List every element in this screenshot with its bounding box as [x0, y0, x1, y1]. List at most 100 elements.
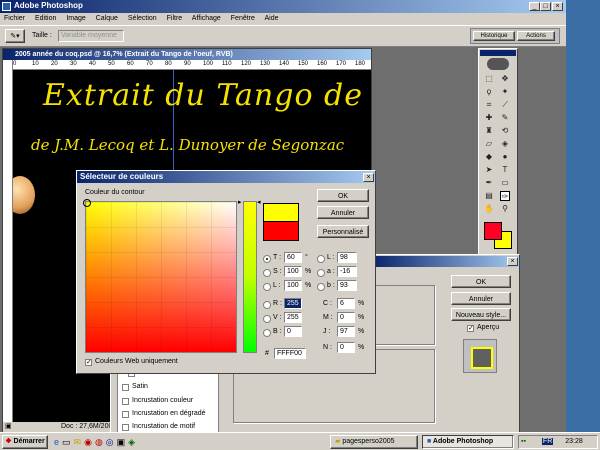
hand-tool-icon[interactable]: ✋ — [484, 204, 494, 214]
shape-tool-icon[interactable]: ▭ — [500, 178, 510, 188]
style-satin[interactable]: Satin — [132, 382, 148, 392]
brush-tool-icon[interactable]: ✎ — [500, 113, 510, 123]
hue-slider-left-arrow[interactable]: ▸ — [238, 198, 242, 206]
style-color-overlay[interactable]: Incrustation couleur — [132, 396, 193, 406]
pen-tool-icon[interactable]: ✒ — [484, 178, 494, 188]
outlook-icon[interactable]: ✉ — [74, 437, 85, 447]
size-select[interactable]: Variable moyenne — [58, 30, 124, 42]
zoom-tool-icon[interactable]: ⚲ — [500, 204, 510, 214]
app-icon-3[interactable]: ◎ — [106, 437, 117, 447]
magic-wand-tool-icon[interactable]: ✦ — [500, 87, 510, 97]
foreground-color-swatch[interactable] — [484, 222, 502, 240]
style-pattern-overlay-checkbox[interactable] — [122, 424, 129, 431]
stamp-tool-icon[interactable]: ♜ — [484, 126, 494, 136]
minimize-button[interactable]: _ — [529, 2, 540, 11]
menu-affichage[interactable]: Affichage — [192, 15, 221, 22]
taskbar-item-photoshop[interactable]: ■ Adobe Photoshop — [422, 435, 514, 449]
radio-lab-b[interactable] — [317, 283, 325, 291]
eyedropper-tool-icon[interactable]: ✑ — [500, 191, 510, 201]
tab-history[interactable]: Historique — [473, 31, 515, 41]
hex-input[interactable]: FFFF00 — [274, 348, 306, 359]
layer-style-close-button[interactable]: × — [507, 257, 518, 266]
lab-a-input[interactable]: -16 — [337, 266, 357, 277]
lang-indicator[interactable]: FR — [541, 438, 554, 445]
hue-input[interactable]: 60 — [284, 252, 302, 263]
maximize-button[interactable]: □ — [540, 2, 551, 11]
clock[interactable]: 23:28 — [565, 438, 583, 445]
menu-calque[interactable]: Calque — [96, 15, 118, 22]
radio-hue[interactable] — [263, 255, 271, 263]
taskbar-item-folder[interactable]: ▰ pagesperso2005 — [330, 435, 418, 449]
notes-tool-icon[interactable]: ▤ — [484, 191, 494, 201]
start-button[interactable]: ❖ Démarrer — [2, 435, 48, 449]
color-picker-close-button[interactable]: × — [363, 173, 374, 182]
type-tool-icon[interactable]: T — [500, 165, 510, 175]
custom-colors-button[interactable]: Personnalisé — [317, 225, 369, 238]
bucket-tool-icon[interactable]: ◈ — [500, 139, 510, 149]
style-gradient-overlay-checkbox[interactable] — [122, 411, 129, 418]
app-icon-1[interactable]: ◉ — [84, 437, 95, 447]
menu-edition[interactable]: Edition — [35, 15, 56, 22]
style-pattern-overlay[interactable]: Incrustation de motif — [132, 422, 195, 432]
menu-filtre[interactable]: Filtre — [167, 15, 183, 22]
menu-fichier[interactable]: Fichier — [4, 15, 25, 22]
radio-brightness[interactable] — [263, 283, 271, 291]
healing-brush-icon[interactable]: ✚ — [484, 113, 494, 123]
style-cancel-button[interactable]: Annuler — [451, 292, 511, 305]
ie-icon[interactable]: e — [54, 437, 62, 447]
menu-fenetre[interactable]: Fenêtre — [231, 15, 255, 22]
radio-lab-a[interactable] — [317, 269, 325, 277]
cyan-input[interactable]: 6 — [337, 298, 355, 309]
style-gradient-overlay[interactable]: Incrustation en dégradé — [132, 409, 206, 419]
style-ok-button[interactable]: OK — [451, 275, 511, 288]
hue-slider-right-arrow[interactable]: ◂ — [257, 198, 261, 206]
saturation-input[interactable]: 100 — [284, 266, 302, 277]
adobe-logo[interactable] — [487, 58, 509, 70]
radio-green[interactable] — [263, 315, 271, 323]
eraser-tool-icon[interactable]: ▱ — [484, 139, 494, 149]
app-icon-5[interactable]: ◈ — [128, 437, 138, 447]
hue-slider[interactable] — [243, 201, 257, 353]
blur-tool-icon[interactable]: ◆ — [484, 152, 494, 162]
dodge-tool-icon[interactable]: ● — [500, 152, 510, 162]
radio-red[interactable] — [263, 301, 271, 309]
move-tool-icon[interactable]: ✥ — [500, 74, 510, 84]
lab-l-input[interactable]: 98 — [337, 252, 357, 263]
tab-actions[interactable]: Actions — [517, 31, 555, 41]
slice-tool-icon[interactable]: ⟋ — [500, 100, 510, 110]
crop-tool-icon[interactable]: ⌗ — [484, 100, 494, 110]
desktop-icon[interactable]: ▭ — [62, 437, 74, 447]
menu-selection[interactable]: Sélection — [128, 15, 157, 22]
color-ok-button[interactable]: OK — [317, 189, 369, 202]
tray-icons[interactable]: ▪▪ — [519, 438, 526, 445]
green-input[interactable]: 255 — [284, 312, 302, 323]
brightness-input[interactable]: 100 — [284, 280, 302, 291]
close-button[interactable]: × — [552, 2, 563, 11]
history-brush-icon[interactable]: ⟲ — [500, 126, 510, 136]
blue-input[interactable]: 0 — [284, 326, 302, 337]
lasso-tool-icon[interactable]: ϙ — [484, 87, 494, 97]
style-color-overlay-checkbox[interactable] — [122, 398, 129, 405]
style-satin-checkbox[interactable] — [122, 384, 129, 391]
web-colors-checkbox[interactable]: ✓ — [85, 359, 92, 366]
path-select-icon[interactable]: ➤ — [484, 165, 494, 175]
red-input[interactable]: 255 — [284, 298, 302, 309]
app-icon-4[interactable]: ▣ — [117, 437, 129, 447]
radio-blue[interactable] — [263, 329, 271, 337]
menu-image[interactable]: Image — [66, 15, 85, 22]
new-style-button[interactable]: Nouveau style... — [451, 308, 511, 321]
radio-saturation[interactable] — [263, 269, 271, 277]
color-cancel-button[interactable]: Annuler — [317, 206, 369, 219]
app-icon-2[interactable]: ◍ — [95, 437, 106, 447]
yellow-input[interactable]: 97 — [337, 326, 355, 337]
marquee-tool-icon[interactable]: ⬚ — [484, 74, 494, 84]
black-input[interactable]: 0 — [337, 342, 355, 353]
color-field[interactable] — [83, 199, 237, 353]
radio-lab-l[interactable] — [317, 255, 325, 263]
color-field-cursor[interactable] — [83, 199, 91, 207]
menu-aide[interactable]: Aide — [264, 15, 278, 22]
tool-preset-button[interactable]: ✎▾ — [5, 29, 25, 43]
magenta-input[interactable]: 0 — [337, 312, 355, 323]
lab-b-input[interactable]: 93 — [337, 280, 357, 291]
preview-checkbox[interactable]: ✓ — [467, 325, 474, 332]
